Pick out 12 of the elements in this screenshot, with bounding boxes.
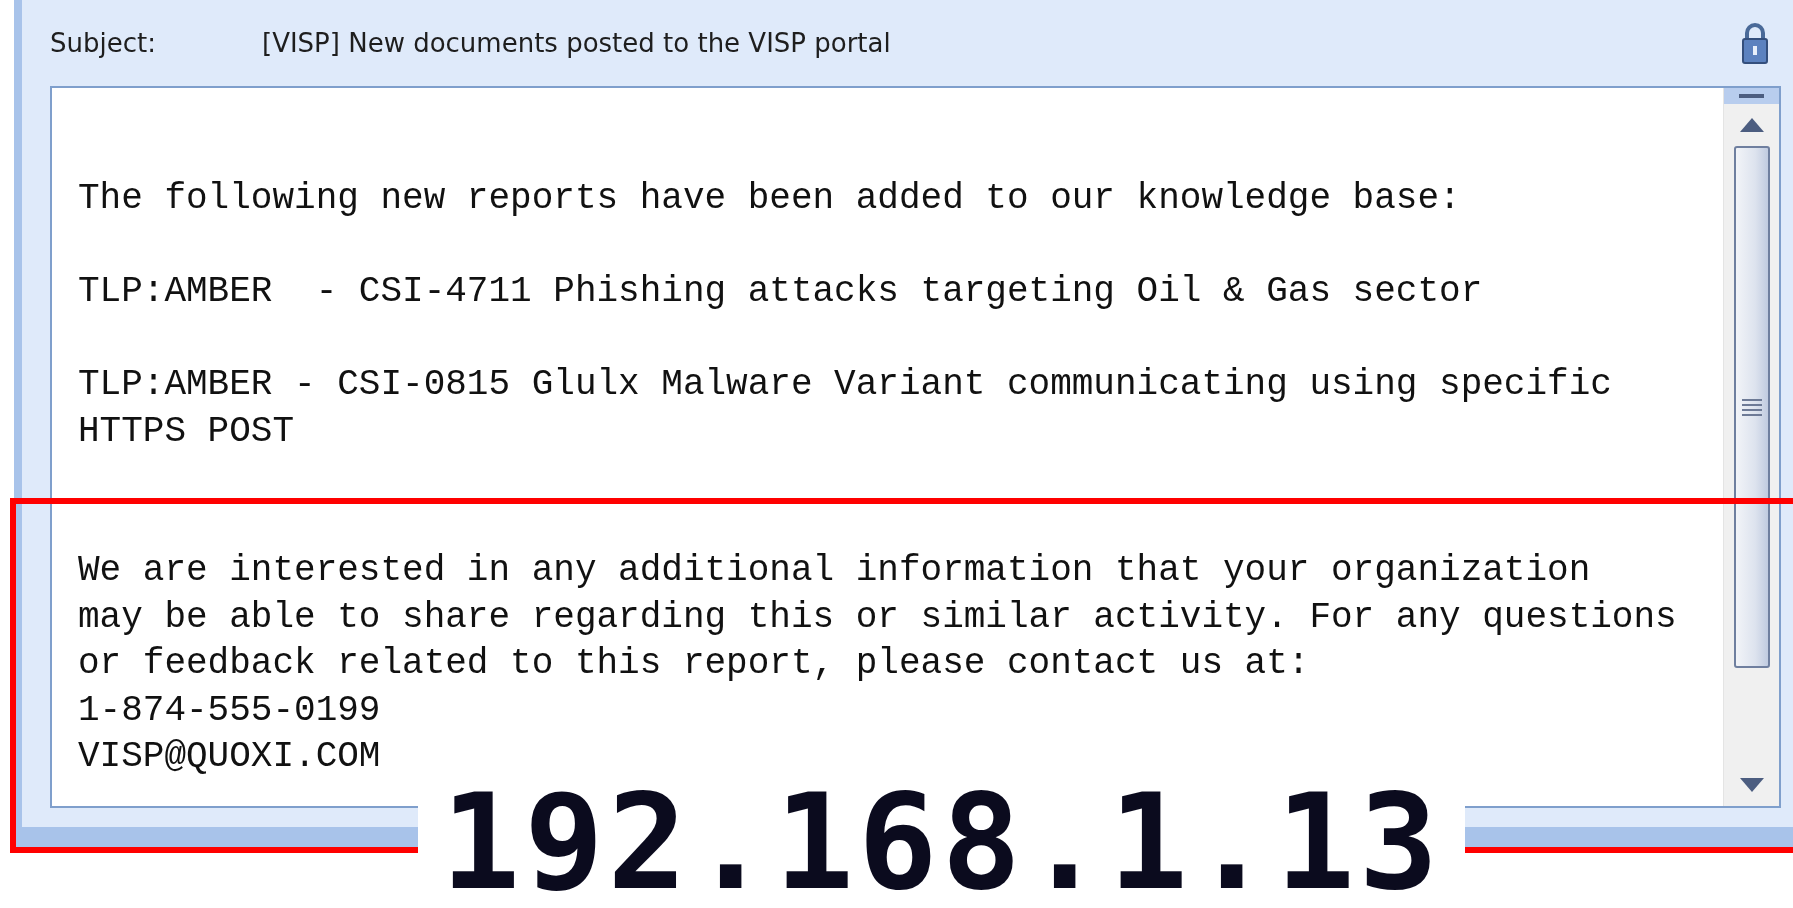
scroll-up-icon[interactable] bbox=[1739, 118, 1764, 132]
subject-text: [VISP] New documents posted to the VISP portal bbox=[262, 28, 892, 58]
lock-icon bbox=[1742, 22, 1768, 64]
scroll-thumb[interactable] bbox=[1733, 146, 1770, 668]
message-paragraph: We are interested in any additional information that your organization may be able to share regarding this or similar activity. For any questions or feedback related to this report, please contact us at: 1-874-555-0199 VISP@QUOXI.COM bbox=[78, 549, 1678, 779]
scrollbar[interactable] bbox=[1723, 88, 1779, 806]
message-paragraph: TLP:AMBER - CSI-4711 Phishing attacks targeting Oil & Gas sector bbox=[78, 270, 1484, 314]
scroll-down-icon[interactable] bbox=[1739, 778, 1764, 792]
message-paragraph: The following new reports have been added to our knowledge base: bbox=[78, 177, 1462, 221]
split-handle[interactable] bbox=[1724, 88, 1779, 104]
message-paragraph: TLP:AMBER - CSI-0815 Glulx Malware Variant communicating using specific HTTPS POST bbox=[78, 363, 1613, 454]
subject-label: Subject: bbox=[50, 28, 157, 58]
